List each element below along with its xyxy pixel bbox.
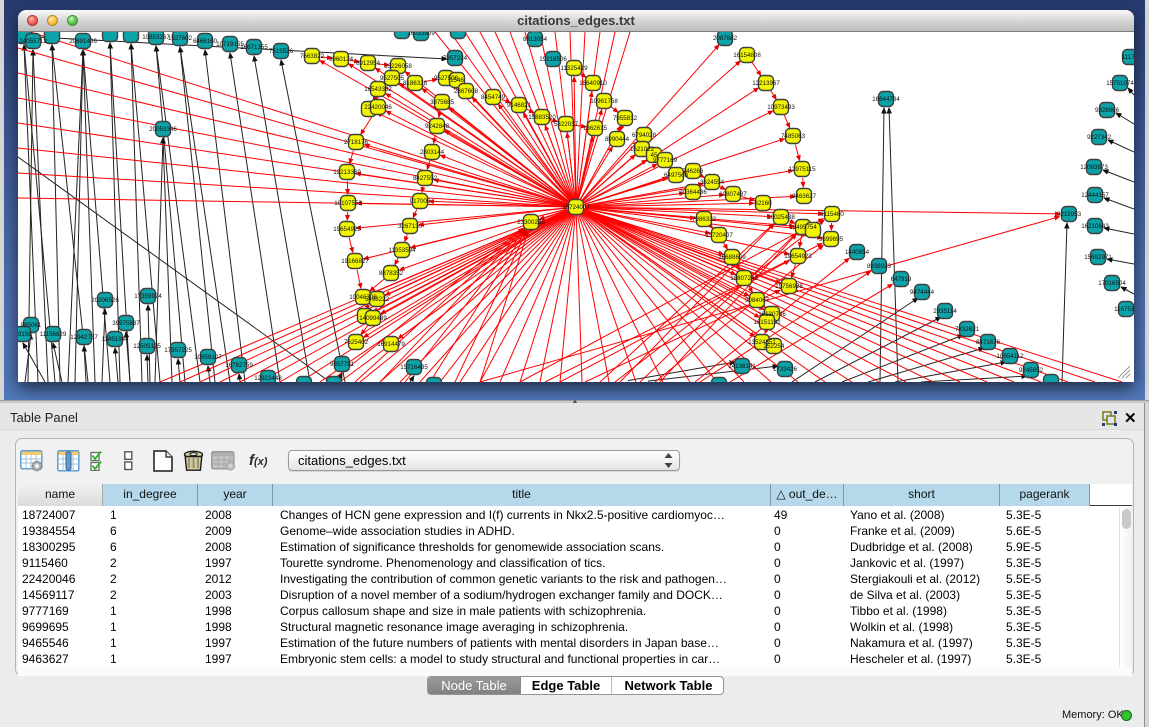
svg-text:11172: 11172 [1122,54,1134,61]
